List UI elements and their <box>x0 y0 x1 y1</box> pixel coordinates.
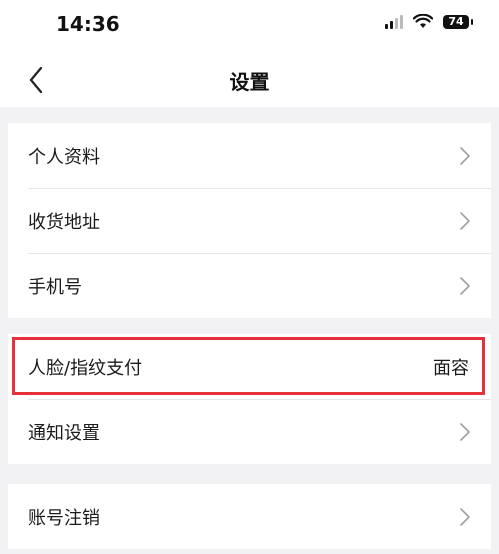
settings-item-biometric-payment[interactable]: 人脸/指纹支付 面容 <box>8 334 491 399</box>
settings-item-delete-account[interactable]: 账号注销 <box>8 484 491 549</box>
settings-item-address[interactable]: 收货地址 <box>8 188 491 253</box>
settings-item-label: 个人资料 <box>28 146 100 168</box>
battery-icon: 74 <box>443 14 473 29</box>
chevron-right-icon <box>459 507 471 527</box>
status-time: 14:36 <box>56 12 120 36</box>
settings-item-label: 收货地址 <box>28 211 100 233</box>
page-title: 设置 <box>229 70 270 94</box>
settings-group-profile: 个人资料 收货地址 手机号 <box>8 123 491 318</box>
settings-item-value: 面容 <box>433 357 469 379</box>
cellular-signal-icon <box>385 14 403 29</box>
settings-item-label: 人脸/指纹支付 <box>28 357 143 379</box>
settings-item-profile[interactable]: 个人资料 <box>8 123 491 188</box>
navigation-bar: 设置 <box>0 52 499 107</box>
settings-item-phone[interactable]: 手机号 <box>8 253 491 318</box>
chevron-right-icon <box>459 146 471 166</box>
wifi-icon <box>413 14 433 29</box>
chevron-right-icon <box>459 211 471 231</box>
settings-group-account: 账号注销 <box>8 484 491 549</box>
chevron-right-icon <box>459 422 471 442</box>
settings-item-label: 账号注销 <box>28 507 100 529</box>
status-bar: 14:36 74 <box>0 0 499 52</box>
chevron-right-icon <box>459 276 471 296</box>
settings-item-label: 通知设置 <box>28 422 100 444</box>
settings-item-notifications[interactable]: 通知设置 <box>8 399 491 464</box>
settings-group-security: 人脸/指纹支付 面容 通知设置 <box>8 334 491 464</box>
settings-item-label: 手机号 <box>28 276 82 298</box>
status-icons: 74 <box>385 14 473 29</box>
